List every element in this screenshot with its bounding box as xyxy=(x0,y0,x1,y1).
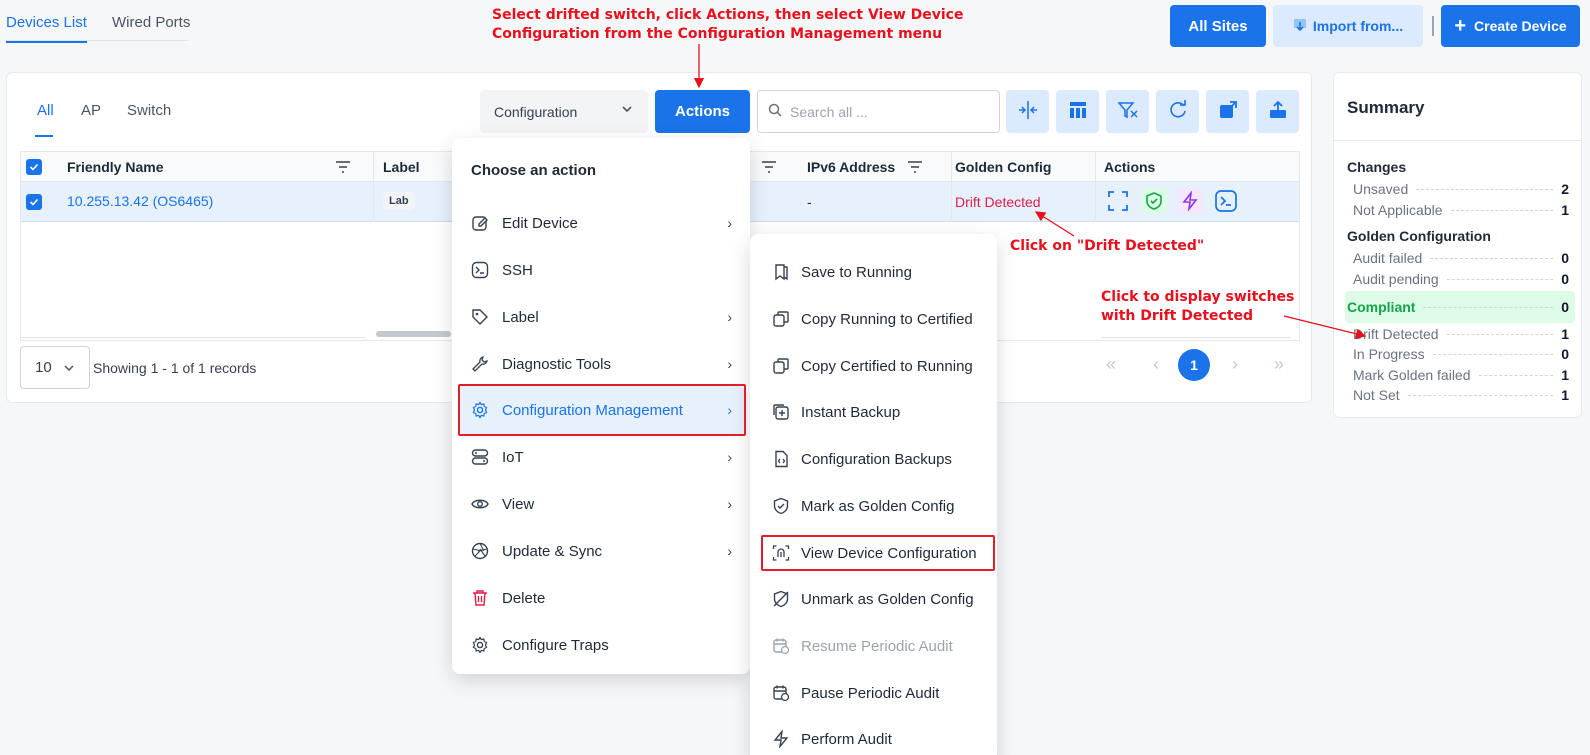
annotation-arrows xyxy=(693,44,1367,339)
arrow-to-summary-drift xyxy=(1283,315,1367,339)
arrow-to-drift-detected xyxy=(1034,211,1075,237)
